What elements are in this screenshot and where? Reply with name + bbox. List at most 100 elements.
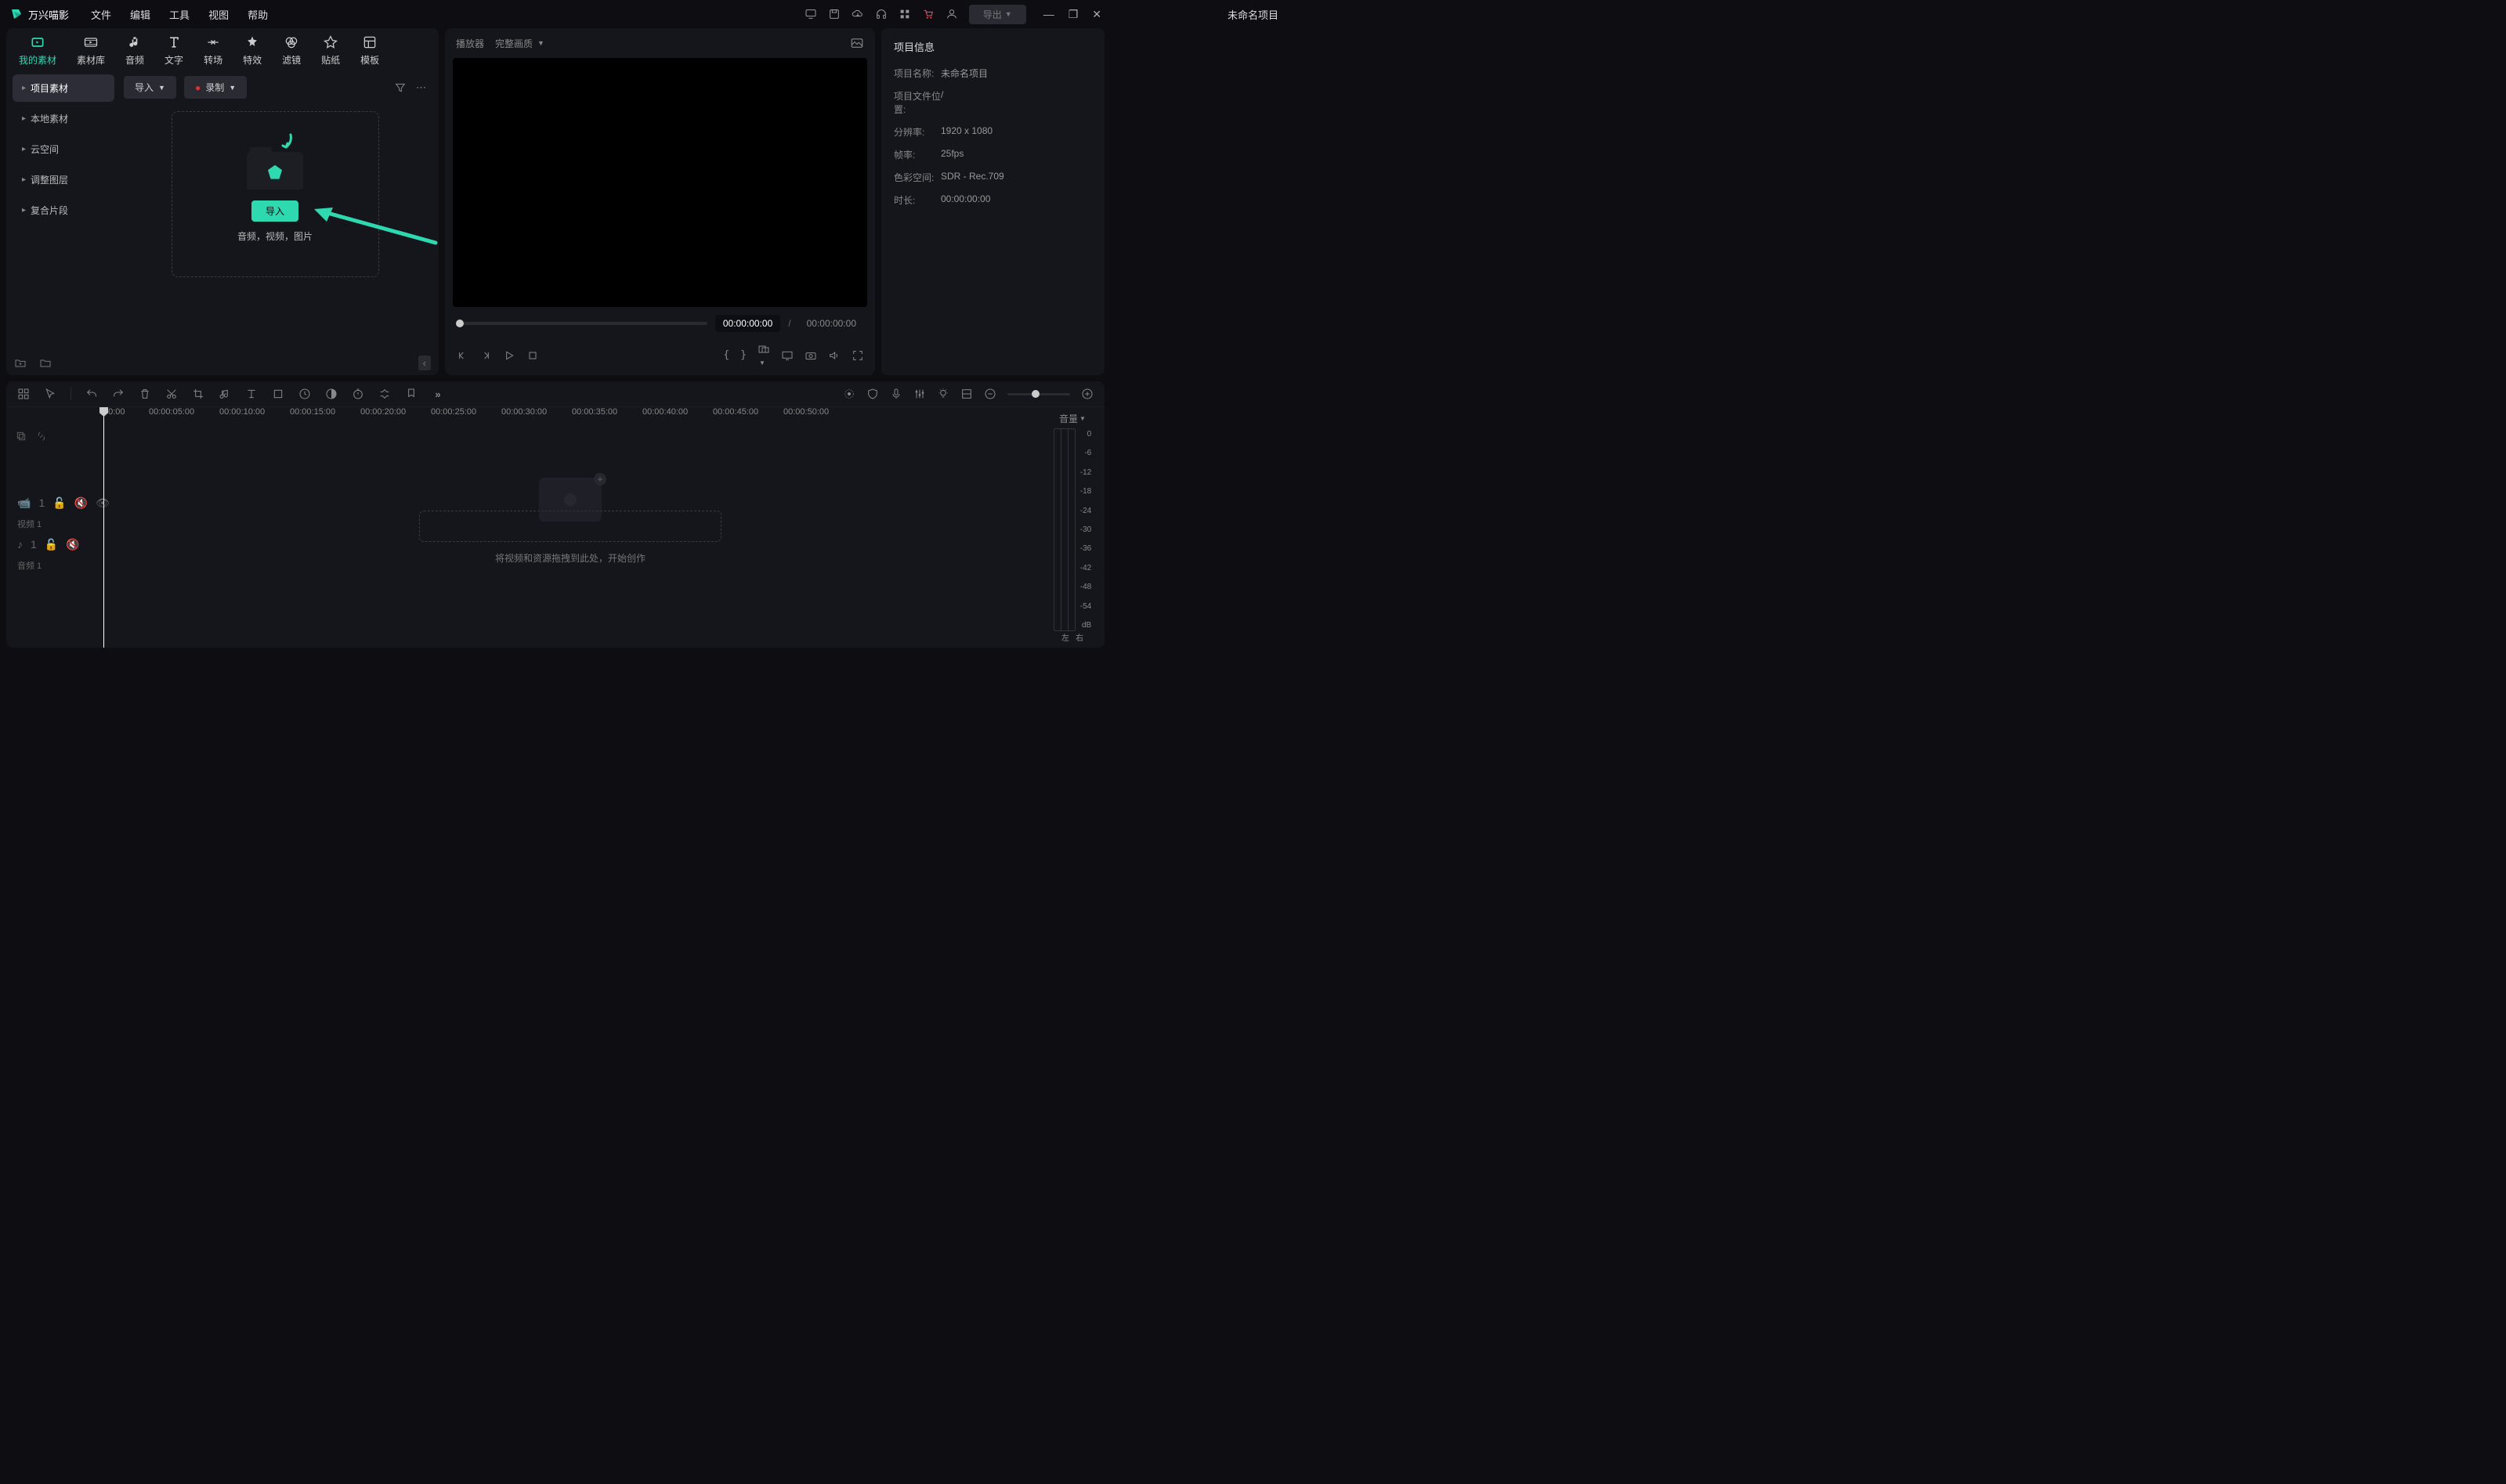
tab-templates[interactable]: 模板: [360, 34, 379, 67]
cut-icon[interactable]: [165, 388, 178, 400]
import-button[interactable]: 导入: [251, 200, 298, 222]
grid-icon[interactable]: [17, 388, 30, 400]
delete-icon[interactable]: [139, 388, 151, 400]
preview-viewport[interactable]: [453, 58, 867, 307]
monitor-icon[interactable]: [805, 8, 817, 20]
user-icon[interactable]: [946, 8, 958, 20]
timeline-ruler[interactable]: 00:00 00:00:05:00 00:00:10:00 00:00:15:0…: [100, 407, 1040, 428]
meter-footer: 左 右: [1045, 631, 1100, 643]
undo-icon[interactable]: [85, 388, 98, 400]
export-button[interactable]: 导出▼: [969, 5, 1026, 24]
lock-icon2[interactable]: 🔓: [45, 538, 58, 551]
mute-icon2[interactable]: 🔇: [66, 538, 79, 551]
shield-icon[interactable]: [866, 388, 879, 400]
tab-effects[interactable]: 特效: [243, 34, 262, 67]
menu-tools[interactable]: 工具: [169, 7, 190, 22]
keyframe-icon[interactable]: [378, 388, 391, 400]
mixer-icon[interactable]: [913, 388, 926, 400]
zoom-out-icon[interactable]: [984, 388, 996, 400]
timecode-current: 00:00:00:00: [715, 315, 780, 332]
cloud-icon[interactable]: [852, 8, 864, 20]
tab-stickers[interactable]: 贴纸: [321, 34, 340, 67]
folder-icon: [247, 146, 303, 190]
bulb-icon[interactable]: [937, 388, 949, 400]
unlink-icon[interactable]: [36, 431, 47, 442]
lock-icon[interactable]: 🔓: [52, 496, 66, 510]
record-dropdown[interactable]: ●录制▼: [184, 76, 247, 99]
snapshot-icon[interactable]: [850, 36, 864, 50]
folder-icon2[interactable]: [39, 357, 52, 370]
menu-help[interactable]: 帮助: [248, 7, 268, 22]
cursor-icon[interactable]: [44, 388, 56, 400]
project-title: 未命名项目: [1228, 7, 1278, 22]
save-icon[interactable]: [828, 8, 841, 20]
headphones-icon[interactable]: [875, 8, 888, 20]
tab-my-assets[interactable]: 我的素材: [19, 34, 56, 67]
cart-icon[interactable]: [922, 8, 935, 20]
new-folder-icon[interactable]: [14, 357, 27, 370]
mic-icon[interactable]: [890, 388, 902, 400]
stop-icon[interactable]: [526, 349, 539, 362]
mark-out-icon[interactable]: }: [740, 349, 747, 361]
display-icon[interactable]: [781, 349, 794, 362]
more-icon[interactable]: ⋯: [416, 81, 426, 94]
sidebar-compound[interactable]: 复合片段: [13, 197, 114, 224]
play-icon[interactable]: [503, 349, 515, 362]
fullscreen-icon[interactable]: [852, 349, 864, 362]
expand-icon[interactable]: [960, 388, 973, 400]
next-frame-icon[interactable]: [479, 349, 492, 362]
tab-filters[interactable]: 滤镜: [282, 34, 301, 67]
timeline-tracks[interactable]: 00:00 00:00:05:00 00:00:10:00 00:00:15:0…: [100, 407, 1040, 648]
tab-stock[interactable]: 素材库: [77, 34, 105, 67]
crop-icon[interactable]: [192, 388, 204, 400]
import-dropdown[interactable]: 导入▼: [124, 76, 176, 99]
copy-icon[interactable]: [16, 431, 27, 442]
info-val-path: /: [941, 89, 943, 116]
close-button[interactable]: ✕: [1092, 8, 1101, 21]
timer-icon[interactable]: [352, 388, 364, 400]
tab-text[interactable]: 文字: [165, 34, 183, 67]
sidebar-adjustment[interactable]: 调整图层: [13, 166, 114, 193]
mark-in-icon[interactable]: {: [723, 349, 729, 361]
tab-audio[interactable]: 音频: [125, 34, 144, 67]
playhead[interactable]: [103, 407, 104, 648]
text-icon[interactable]: [245, 388, 258, 400]
auto-icon[interactable]: [843, 388, 855, 400]
info-val-res: 1920 x 1080: [941, 125, 993, 139]
import-dropzone[interactable]: 导入 音频，视频，图片: [172, 111, 379, 277]
audio-track-label: 音频 1: [6, 554, 100, 576]
volume-icon[interactable]: [828, 349, 841, 362]
tab-transition[interactable]: 转场: [204, 34, 222, 67]
zoom-slider[interactable]: [1007, 393, 1070, 395]
sidebar-cloud[interactable]: 云空间: [13, 135, 114, 163]
quality-select[interactable]: 完整画质▼: [495, 37, 544, 50]
speed-icon[interactable]: [298, 388, 311, 400]
filter-icon[interactable]: [394, 81, 407, 94]
preview-progress-bar[interactable]: [456, 322, 707, 325]
minimize-button[interactable]: —: [1043, 8, 1054, 21]
menu-edit[interactable]: 编辑: [130, 7, 150, 22]
prev-frame-icon[interactable]: [456, 349, 468, 362]
music-icon[interactable]: [219, 388, 231, 400]
apps-icon[interactable]: [899, 8, 911, 20]
more-tools-icon[interactable]: »: [432, 388, 444, 400]
mute-icon[interactable]: 🔇: [74, 496, 88, 510]
sidebar-project-assets[interactable]: 项目素材: [13, 74, 114, 102]
redo-icon[interactable]: [112, 388, 125, 400]
shape-icon[interactable]: [272, 388, 284, 400]
collapse-sidebar-icon[interactable]: ‹: [418, 356, 431, 370]
camera-icon[interactable]: [805, 349, 817, 362]
color-icon[interactable]: [325, 388, 338, 400]
annotation-arrow: [314, 208, 439, 247]
menu-file[interactable]: 文件: [91, 7, 111, 22]
timecode-total: 00:00:00:00: [799, 315, 864, 332]
app-name: 万兴喵影: [28, 7, 69, 22]
meter-label: 音量▼: [1045, 412, 1100, 425]
zoom-in-icon[interactable]: [1081, 388, 1094, 400]
marker-icon[interactable]: [405, 388, 418, 400]
sidebar-local-assets[interactable]: 本地素材: [13, 105, 114, 132]
ratio-icon[interactable]: ▼: [758, 343, 770, 367]
menu-view[interactable]: 视图: [208, 7, 229, 22]
maximize-button[interactable]: ❐: [1069, 8, 1079, 21]
timecode-sep: /: [788, 318, 790, 329]
